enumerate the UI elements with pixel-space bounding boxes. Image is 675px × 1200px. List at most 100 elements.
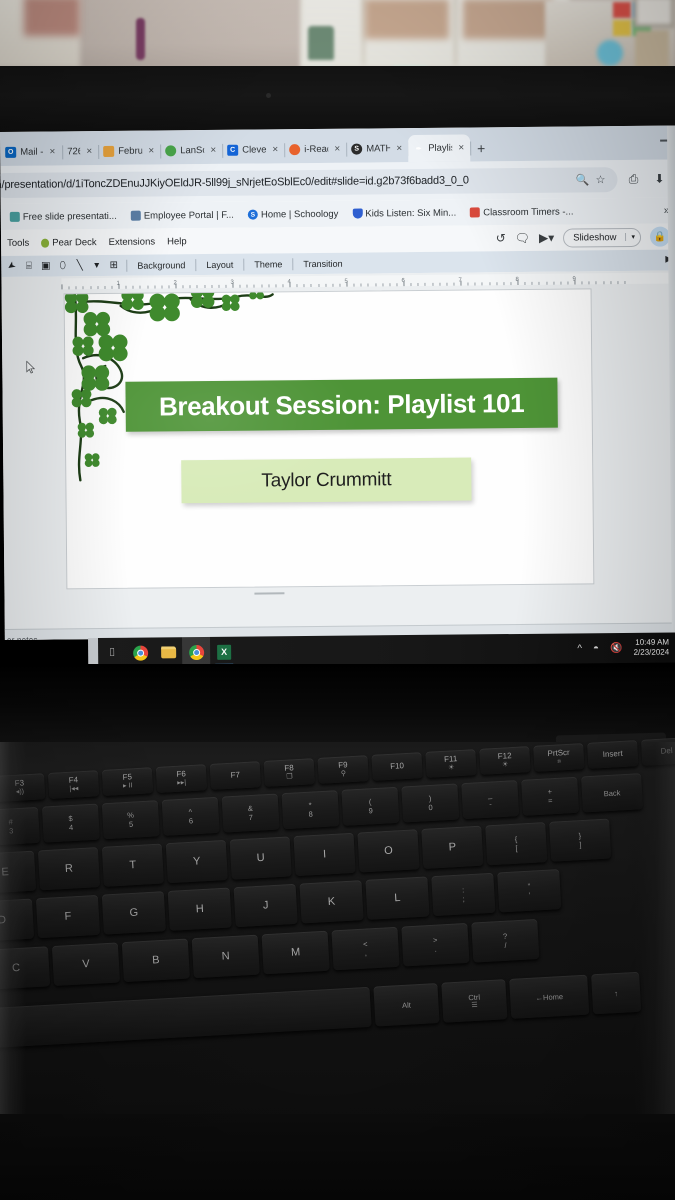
tab-close-icon[interactable]: × xyxy=(456,143,466,154)
key--[interactable]: {[ xyxy=(485,822,548,866)
key--home[interactable]: ←Home xyxy=(509,974,590,1019)
key-n[interactable]: N xyxy=(191,934,260,979)
wifi-icon[interactable]: ◓ xyxy=(593,643,599,654)
key-k[interactable]: K xyxy=(299,880,364,924)
toolbar-background-button[interactable]: Background xyxy=(131,260,191,271)
key-h[interactable]: H xyxy=(167,887,232,931)
key--[interactable]: (9 xyxy=(341,786,400,826)
key--[interactable]: ) 0 xyxy=(401,783,460,823)
key--[interactable]: <, xyxy=(331,926,400,971)
key-prtscr[interactable]: PrtScr ⌗ xyxy=(533,743,585,772)
key-g[interactable]: G xyxy=(101,891,166,935)
key--[interactable]: ? / xyxy=(471,918,540,963)
key-b[interactable]: B xyxy=(121,938,190,983)
slideshow-button[interactable]: Slideshow ▾ xyxy=(563,227,642,248)
menu-item-pear-deck[interactable]: Pear Deck xyxy=(35,237,102,249)
key-u[interactable]: U xyxy=(229,836,292,880)
key--[interactable]: >. xyxy=(401,922,470,967)
chevron-up-icon[interactable]: ^ xyxy=(577,643,582,654)
taskbar-excel[interactable]: X xyxy=(210,637,238,667)
key--[interactable]: + = xyxy=(521,776,580,816)
browser-tab-6[interactable]: S MATH × xyxy=(346,135,410,163)
key-o[interactable]: O xyxy=(357,829,420,873)
key-m[interactable]: M xyxy=(261,930,330,975)
tab-close-icon[interactable]: × xyxy=(84,146,94,157)
new-tab-button[interactable]: + xyxy=(470,135,492,161)
browser-tab-7[interactable]: ✒ Playlis × xyxy=(408,134,472,163)
key-ctrl[interactable]: Ctrl ☰ xyxy=(441,979,508,1023)
select-arrow-icon[interactable]: ➤ xyxy=(2,257,22,276)
browser-tab-5[interactable]: i-Read × xyxy=(284,136,348,164)
key--[interactable]: _ - xyxy=(461,780,520,820)
tab-close-icon[interactable]: × xyxy=(208,145,218,156)
taskbar-file-explorer[interactable] xyxy=(154,637,182,667)
taskbar-chrome-active[interactable] xyxy=(181,636,211,668)
key-y[interactable]: Y xyxy=(165,839,228,884)
bookmark-5[interactable]: Classroom Timers -... xyxy=(463,206,580,218)
key-p[interactable]: P xyxy=(421,825,484,869)
key-l[interactable]: L xyxy=(365,876,430,920)
key--[interactable]: % 5 xyxy=(101,800,160,840)
browser-tab-3[interactable]: LanSc × xyxy=(160,137,224,165)
line-icon[interactable]: ╲ xyxy=(71,260,88,271)
key-insert[interactable]: Insert xyxy=(587,740,639,769)
key-f6[interactable]: F6 ▸▸| xyxy=(155,764,208,793)
key--[interactable]: ”’ xyxy=(497,869,562,913)
slide-subtitle-box[interactable]: Taylor Crummitt xyxy=(181,457,472,504)
key-j[interactable]: J xyxy=(233,883,298,928)
key--[interactable]: :; xyxy=(431,872,496,917)
key-v[interactable]: V xyxy=(51,942,121,987)
key-space[interactable] xyxy=(0,986,372,1048)
slide-resize-handle[interactable] xyxy=(254,592,285,595)
comment-icon[interactable]: 🗨 xyxy=(515,231,530,245)
bookmark-star-icon[interactable]: ☆ xyxy=(591,173,609,186)
key--[interactable]: }] xyxy=(549,818,612,862)
slide-canvas[interactable]: Breakout Session: Playlist 101 Taylor Cr… xyxy=(63,288,595,590)
key--[interactable]: * 8 xyxy=(281,790,340,830)
key-f5[interactable]: F5 ▸ II xyxy=(101,767,154,796)
slide-title-box[interactable]: Breakout Session: Playlist 101 xyxy=(125,377,558,432)
search-icon[interactable]: 🔍 xyxy=(573,173,591,186)
image-icon[interactable]: ▣ xyxy=(37,260,54,272)
browser-tab-1[interactable]: 726- × xyxy=(62,138,100,165)
key-key[interactable]: Back xyxy=(581,773,643,813)
extensions-icon[interactable]: ⎙ xyxy=(623,171,643,186)
key-f[interactable]: F xyxy=(35,894,101,939)
meet-camera-icon[interactable]: ▶▾ xyxy=(539,231,554,245)
key-f4[interactable]: F4 |◂◂ xyxy=(47,770,100,799)
key-alt[interactable]: Alt xyxy=(373,982,440,1027)
bookmark-2[interactable]: Employee Portal | F... xyxy=(124,209,241,221)
bookmark-4[interactable]: Kids Listen: Six Min... xyxy=(345,207,463,219)
key--[interactable]: & 7 xyxy=(221,793,280,833)
tab-close-icon[interactable]: × xyxy=(332,144,342,155)
bookmark-1[interactable]: Free slide presentati... xyxy=(3,210,124,222)
taskbar-clock[interactable]: 10:49 AM 2/23/2024 xyxy=(633,638,670,658)
shape-icon[interactable]: ⬯ xyxy=(54,260,71,271)
key-r[interactable]: R xyxy=(37,847,101,891)
menu-item-help[interactable]: Help xyxy=(161,236,193,247)
toolbar-theme-button[interactable]: Theme xyxy=(248,259,288,269)
menu-item-tools[interactable]: Tools xyxy=(1,237,35,248)
version-history-icon[interactable]: ↺ xyxy=(496,231,506,245)
key-i[interactable]: I xyxy=(293,832,356,877)
slideshow-caret-icon[interactable]: ▾ xyxy=(625,232,641,242)
browser-tab-4[interactable]: C Clever × xyxy=(222,136,286,164)
bookmark-3[interactable]: S Home | Schoology xyxy=(241,208,346,220)
key--[interactable]: ↑ xyxy=(591,971,642,1015)
key-t[interactable]: T xyxy=(101,843,164,887)
browser-tab-8[interactable]: O Mail - × xyxy=(0,138,64,166)
tab-close-icon[interactable]: × xyxy=(146,146,156,157)
key--[interactable]: ^ 6 xyxy=(161,796,220,836)
key-f7[interactable]: F7 xyxy=(209,761,262,790)
browser-tab-2[interactable]: Februa × xyxy=(98,137,162,165)
key-f9[interactable]: F9 ⚲ xyxy=(317,755,369,784)
address-bar[interactable]: m/presentation/d/1iToncZDEnuJJKiyOEldJR-… xyxy=(0,166,618,198)
table-icon[interactable]: ⊞ xyxy=(105,260,122,271)
key-f12[interactable]: F12 ☀ xyxy=(479,746,531,775)
key-f10[interactable]: F10 xyxy=(371,752,423,781)
key-f8[interactable]: F8 ❐ xyxy=(263,758,315,787)
tab-close-icon[interactable]: × xyxy=(47,146,57,157)
menu-item-extensions[interactable]: Extensions xyxy=(103,236,162,248)
tab-close-icon[interactable]: × xyxy=(394,143,404,154)
speaker-muted-icon[interactable]: 🔇 xyxy=(610,642,623,653)
